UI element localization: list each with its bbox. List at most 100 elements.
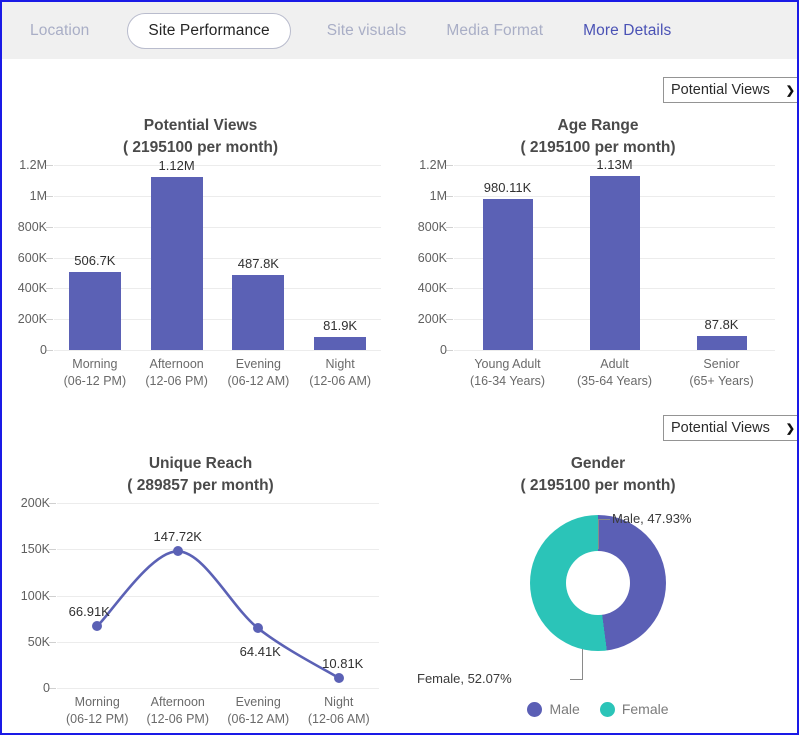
bar[interactable] bbox=[482, 198, 533, 350]
y-axis-tick-label: 800K bbox=[17, 219, 47, 234]
chart-title-gender: Gender ( 2195100 per month) bbox=[399, 447, 797, 497]
legend-item-female[interactable]: Female bbox=[599, 701, 669, 717]
bar-value-label: 1.13M bbox=[596, 156, 633, 172]
chart-title-text: Age Range bbox=[557, 117, 639, 134]
x-axis-category-sublabel: (12-06 PM) bbox=[145, 374, 208, 388]
x-axis-age-range: Young Adult (16-34 Years) Adult (35-64 Year… bbox=[454, 350, 775, 390]
y-axis-tick-label: 200K bbox=[417, 312, 447, 327]
y-axis-tick-label: 1.2M bbox=[19, 158, 47, 172]
metric-select-top-value: Potential Views bbox=[671, 82, 770, 98]
x-axis-category-sublabel: (12-06 AM) bbox=[307, 712, 370, 726]
chart-subtitle-text: ( 2195100 per month) bbox=[520, 139, 676, 156]
x-axis-category: Afternoon (12-06 PM) bbox=[146, 694, 209, 728]
x-axis-category-label: Night bbox=[324, 695, 354, 709]
bar[interactable] bbox=[68, 271, 121, 350]
x-axis-category-sublabel: (16-34 Years) bbox=[469, 374, 546, 388]
y-axis-tick-label: 600K bbox=[17, 250, 47, 265]
data-point[interactable] bbox=[172, 546, 183, 557]
legend-label-female: Female bbox=[621, 701, 669, 717]
x-axis-category-label: Adult bbox=[600, 357, 629, 371]
bar[interactable] bbox=[150, 177, 203, 350]
x-axis-category-label: Morning bbox=[74, 695, 120, 709]
y-axis-tick-label: 600K bbox=[417, 250, 447, 265]
legend-label-male: Male bbox=[549, 701, 580, 717]
x-axis-category-label: Senior bbox=[703, 357, 740, 371]
x-axis-category-sublabel: (06-12 AM) bbox=[227, 374, 290, 388]
chart-title-text: Unique Reach bbox=[148, 455, 253, 472]
bar-value-label: 506.7K bbox=[74, 252, 116, 268]
plot-area-unique-reach: 0 50K 100K 150K 200K 66.91K 147.72K 64.41K 10.81… bbox=[21, 496, 379, 695]
chart-title-unique-reach: Unique Reach ( 289857 per month) bbox=[2, 447, 399, 497]
legend-item-male[interactable]: Male bbox=[527, 701, 580, 717]
chart-title-text: Gender bbox=[570, 455, 626, 472]
tab-more-details[interactable]: More Details bbox=[573, 22, 681, 40]
y-axis-tick-label: 150K bbox=[20, 542, 50, 557]
x-axis-category-label: Afternoon bbox=[149, 357, 204, 371]
y-axis-tick-label: 800K bbox=[417, 219, 447, 234]
slice-label-female: Female, 52.07% bbox=[417, 671, 512, 686]
bar[interactable] bbox=[696, 336, 747, 350]
bar-value-label: 81.9K bbox=[323, 318, 358, 334]
donut-area-gender: Male, 47.93% Female, 52.07% Male Female bbox=[399, 497, 797, 727]
metric-select-bottom[interactable]: Potential Views ❯ bbox=[663, 415, 797, 441]
x-axis-category: Young Adult (16-34 Years) bbox=[470, 356, 545, 390]
leader-line-female bbox=[582, 649, 583, 679]
y-axis-tick-label: 200K bbox=[17, 312, 47, 327]
bar[interactable] bbox=[232, 274, 285, 350]
x-axis-category: Night (12-06 AM) bbox=[309, 356, 371, 390]
legend-swatch-male-icon bbox=[527, 701, 543, 717]
data-point[interactable] bbox=[333, 673, 344, 683]
x-axis-category-sublabel: (65+ Years) bbox=[689, 374, 754, 388]
x-axis-category: Senior (65+ Years) bbox=[689, 356, 753, 390]
tab-site-visuals[interactable]: Site visuals bbox=[317, 22, 417, 40]
data-point-label: 147.72K bbox=[153, 529, 202, 545]
y-axis-tick-label: 200K bbox=[20, 496, 50, 510]
metric-select-top[interactable]: Potential Views ❯ bbox=[663, 77, 797, 103]
chart-panel-gender: Gender ( 2195100 per month) Male, 47.93%… bbox=[399, 447, 797, 733]
data-point-label: 10.81K bbox=[322, 656, 364, 671]
x-axis-category-sublabel: (06-12 AM) bbox=[227, 712, 290, 726]
tab-site-performance[interactable]: Site Performance bbox=[127, 12, 291, 49]
y-axis-tick-label: 0 bbox=[40, 343, 47, 357]
tab-media-format[interactable]: Media Format bbox=[436, 22, 553, 40]
chart-panel-potential-views: Potential Views ( 2195100 per month) 0 20… bbox=[2, 109, 399, 399]
data-point[interactable] bbox=[253, 623, 264, 634]
chart-subtitle-text: ( 2195100 per month) bbox=[520, 477, 676, 494]
y-axis-tick-label: 50K bbox=[27, 634, 50, 649]
bar-value-label: 980.11K bbox=[483, 179, 532, 195]
chart-title-potential-views: Potential Views ( 2195100 per month) bbox=[2, 109, 399, 159]
x-axis-category-label: Afternoon bbox=[150, 695, 205, 709]
y-axis-tick-label: 100K bbox=[20, 588, 50, 603]
chevron-down-icon: ❯ bbox=[785, 422, 795, 435]
gridline bbox=[54, 226, 381, 228]
metric-selector-row-top: Potential Views ❯ bbox=[663, 77, 797, 103]
legend-gender: Male Female bbox=[399, 701, 797, 717]
tab-location[interactable]: Location bbox=[20, 22, 99, 40]
plot-area-potential-views: 0 200K 400K 600K 800K 1M 1.2M 506.7K 1.12M 487.8K… bbox=[18, 158, 381, 357]
data-point[interactable] bbox=[92, 621, 103, 632]
x-axis-category-sublabel: (35-64 Years) bbox=[576, 374, 653, 388]
bar[interactable] bbox=[314, 337, 367, 350]
x-axis-potential-views: Morning (06-12 PM) Afternoon (12-06 PM) Even… bbox=[54, 350, 381, 390]
data-point-label: 64.41K bbox=[239, 644, 281, 660]
data-point-label: 66.91K bbox=[68, 604, 110, 620]
bar[interactable] bbox=[589, 175, 640, 350]
y-axis-tick-label: 400K bbox=[17, 281, 47, 296]
chevron-down-icon: ❯ bbox=[785, 84, 795, 97]
x-axis-category-sublabel: (06-12 PM) bbox=[63, 374, 127, 388]
x-axis-category: Morning (06-12 PM) bbox=[66, 694, 129, 728]
y-axis-tick-label: 400K bbox=[417, 281, 447, 296]
x-axis-category: Morning (06-12 PM) bbox=[64, 356, 127, 390]
x-axis-category-sublabel: (12-06 AM) bbox=[309, 374, 372, 388]
x-axis-category: Evening (06-12 AM) bbox=[227, 356, 289, 390]
chart-title-text: Potential Views bbox=[143, 117, 258, 134]
x-axis-category: Afternoon (12-06 PM) bbox=[145, 356, 208, 390]
x-axis-category-label: Morning bbox=[72, 357, 118, 371]
y-axis-tick-label: 1M bbox=[429, 188, 447, 203]
plot-area-age-range: 0 200K 400K 600K 800K 1M 1.2M 980.11K 1.13M 87.8K bbox=[418, 157, 775, 357]
y-axis-tick-label: 0 bbox=[440, 343, 447, 357]
leader-line-male-elbow bbox=[598, 519, 610, 520]
x-axis-category-label: Evening bbox=[235, 357, 281, 371]
chart-title-age-range: Age Range ( 2195100 per month) bbox=[399, 109, 797, 159]
metric-selector-row-bottom: Potential Views ❯ bbox=[663, 415, 797, 441]
